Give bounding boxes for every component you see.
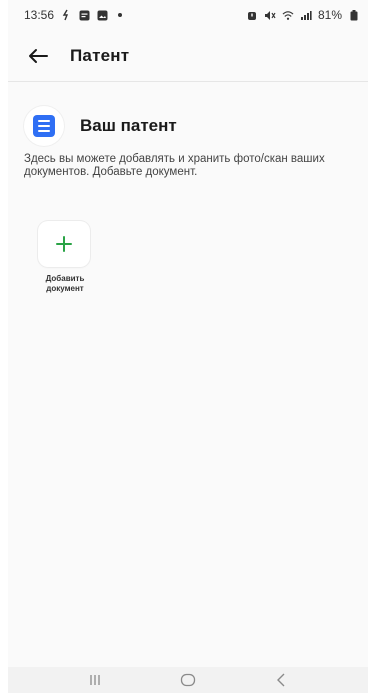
battery-icon bbox=[348, 9, 360, 21]
section-title: Ваш патент bbox=[80, 116, 177, 135]
page-title: Патент bbox=[70, 45, 130, 65]
alarm-icon bbox=[246, 9, 258, 21]
plus-icon bbox=[56, 236, 72, 252]
sync-icon bbox=[60, 9, 72, 21]
mute-icon bbox=[264, 9, 276, 21]
signal-icon bbox=[300, 9, 312, 21]
patent-header: Ваш патент bbox=[24, 106, 177, 146]
status-bar: 13:56 81% bbox=[8, 0, 368, 30]
status-time: 13:56 bbox=[24, 8, 55, 22]
wifi-icon bbox=[282, 9, 294, 21]
app-screen: 13:56 81% Патент Ваш патент Здесь вы мож… bbox=[8, 0, 368, 693]
system-nav-bar bbox=[8, 667, 368, 693]
recent-apps-button[interactable] bbox=[80, 670, 110, 690]
add-document-label: Добавить документ bbox=[45, 274, 85, 293]
back-button[interactable] bbox=[24, 42, 52, 70]
battery-percent: 81% bbox=[317, 8, 342, 22]
arrow-left-icon bbox=[29, 48, 48, 63]
image-icon bbox=[96, 9, 108, 21]
recent-apps-icon bbox=[90, 675, 100, 685]
add-document-button[interactable] bbox=[38, 221, 90, 267]
status-right: 81% bbox=[246, 8, 360, 22]
nav-back-button[interactable] bbox=[266, 670, 296, 690]
app-header: Патент bbox=[8, 30, 368, 82]
back-icon bbox=[277, 673, 285, 687]
home-button[interactable] bbox=[173, 670, 203, 690]
status-left: 13:56 bbox=[24, 8, 126, 22]
home-icon bbox=[180, 673, 196, 687]
document-icon bbox=[24, 106, 64, 146]
message-icon bbox=[78, 9, 90, 21]
patent-description: Здесь вы можете добавлять и хранить фото… bbox=[24, 153, 325, 178]
dot-icon bbox=[114, 9, 126, 21]
